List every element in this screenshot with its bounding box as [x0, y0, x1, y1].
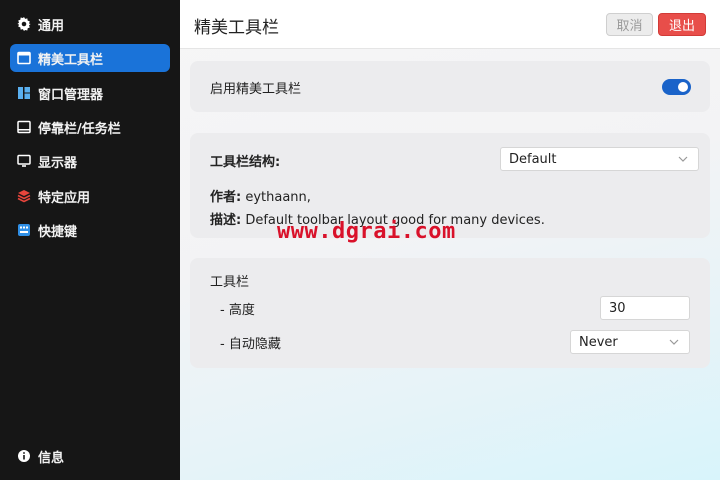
toolbar-card: 工具栏 - 高度 30 - 自动隐藏 Never [190, 258, 710, 368]
autohide-select-value: Never [579, 334, 618, 350]
layers-icon [16, 188, 32, 204]
sidebar-item-label: 通用 [38, 18, 65, 34]
sidebar-item-shortcuts[interactable]: 快捷键 [10, 216, 170, 244]
sidebar-item-dock-taskbar[interactable]: 停靠栏/任务栏 [10, 113, 170, 141]
enable-label: 启用精美工具栏 [210, 82, 302, 97]
author-value: eythaann, [245, 190, 311, 205]
sidebar-item-label: 显示器 [38, 155, 78, 171]
sidebar-item-window-manager[interactable]: 窗口管理器 [10, 79, 170, 107]
chevron-down-icon [668, 336, 680, 348]
dock-icon [16, 119, 32, 135]
sidebar-item-monitors[interactable]: 显示器 [10, 147, 170, 175]
sidebar-item-label: 窗口管理器 [38, 87, 104, 103]
toggle-knob [678, 82, 688, 92]
layout-icon [16, 85, 32, 101]
height-input-value: 30 [609, 300, 626, 316]
sidebar-item-info[interactable]: 信息 [10, 442, 170, 470]
watermark-text: www.dgrai.com [277, 219, 456, 244]
main-panel: 精美工具栏 取消 退出 启用精美工具栏 工具栏结构: Default 作者: e… [180, 0, 720, 480]
sidebar-item-label: 特定应用 [38, 190, 91, 206]
author-label: 作者: [210, 190, 242, 205]
window-icon [16, 50, 32, 66]
sidebar-item-label: 精美工具栏 [38, 52, 104, 68]
exit-button[interactable]: 退出 [658, 13, 706, 36]
height-label: - 高度 [220, 303, 255, 318]
sidebar: 通用 精美工具栏 窗口管理器 停靠栏/任务栏 显示器 特定应用 快捷键 信息 [0, 0, 180, 480]
keyboard-icon [16, 222, 32, 238]
sidebar-item-label: 停靠栏/任务栏 [38, 121, 121, 137]
sidebar-item-app-specific[interactable]: 特定应用 [10, 182, 170, 210]
author-row: 作者: eythaann, [210, 186, 311, 205]
structure-select-value: Default [509, 151, 557, 167]
sidebar-item-fancy-toolbar[interactable]: 精美工具栏 [10, 44, 170, 72]
chevron-down-icon [677, 153, 689, 165]
cancel-button[interactable]: 取消 [606, 13, 653, 36]
autohide-select[interactable]: Never [570, 330, 690, 354]
info-icon [16, 448, 32, 464]
sidebar-item-label: 信息 [38, 450, 65, 466]
monitor-icon [16, 153, 32, 169]
page-title: 精美工具栏 [194, 18, 279, 38]
height-input[interactable]: 30 [600, 296, 690, 320]
sidebar-item-label: 快捷键 [38, 224, 78, 240]
header-bar: 精美工具栏 取消 退出 [180, 0, 720, 49]
sidebar-item-general[interactable]: 通用 [10, 10, 170, 38]
enable-toggle[interactable] [662, 79, 691, 95]
structure-select[interactable]: Default [500, 147, 699, 171]
structure-label: 工具栏结构: [210, 155, 281, 170]
toolbar-card-title: 工具栏 [210, 275, 250, 290]
description-label: 描述: [210, 213, 242, 228]
enable-card: 启用精美工具栏 [190, 61, 710, 112]
gear-icon [16, 16, 32, 32]
autohide-label: - 自动隐藏 [220, 337, 281, 352]
